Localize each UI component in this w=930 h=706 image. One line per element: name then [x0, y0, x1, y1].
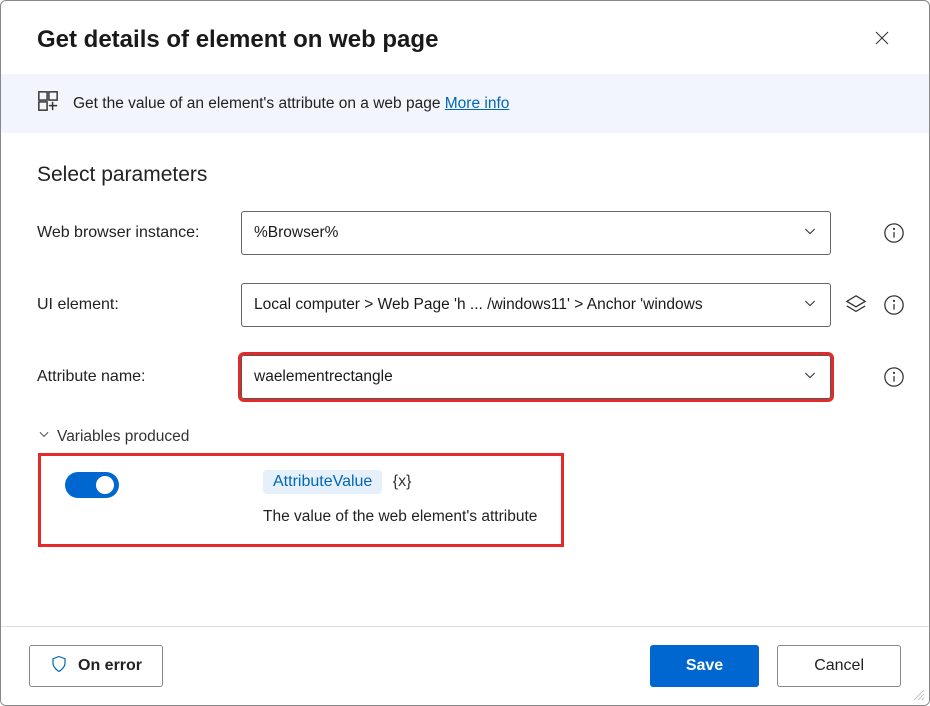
label-attribute-name: Attribute name: [37, 368, 227, 386]
info-button-web-browser[interactable] [883, 222, 905, 244]
variables-produced-box: AttributeValue {x} The value of the web … [41, 456, 561, 544]
layers-button[interactable] [845, 294, 867, 316]
info-button-attribute-name[interactable] [883, 366, 905, 388]
dropdown-attribute-name-value: waelementrectangle [254, 368, 802, 386]
more-info-link[interactable]: More info [445, 95, 510, 112]
chevron-down-icon [37, 427, 51, 446]
label-web-browser: Web browser instance: [37, 224, 227, 242]
field-attribute-name: Attribute name: waelementrectangle [37, 355, 893, 399]
layout-icon [37, 90, 59, 117]
dialog-title: Get details of element on web page [37, 26, 438, 54]
variable-description: The value of the web element's attribute [263, 508, 537, 526]
variable-toggle[interactable] [65, 472, 119, 498]
info-bar: Get the value of an element's attribute … [1, 74, 929, 133]
dropdown-web-browser-value: %Browser% [254, 224, 802, 242]
dropdown-ui-element-value: Local computer > Web Page 'h ... /window… [254, 296, 802, 314]
save-button[interactable]: Save [650, 645, 759, 687]
dropdown-attribute-name[interactable]: waelementrectangle [241, 355, 831, 399]
variable-chip[interactable]: AttributeValue [263, 470, 382, 494]
variables-produced-label: Variables produced [57, 428, 189, 446]
dialog-body: Select parameters Web browser instance: … [1, 133, 929, 626]
variable-brace: {x} [393, 473, 412, 490]
resize-grip-icon[interactable] [911, 687, 925, 701]
dropdown-web-browser[interactable]: %Browser% [241, 211, 831, 255]
dialog-header: Get details of element on web page [1, 1, 929, 74]
chevron-down-icon [802, 367, 818, 388]
info-text: Get the value of an element's attribute … [73, 95, 445, 112]
close-icon [873, 35, 891, 50]
label-ui-element: UI element: [37, 296, 227, 314]
chevron-down-icon [802, 223, 818, 244]
close-button[interactable] [867, 23, 897, 56]
dropdown-ui-element[interactable]: Local computer > Web Page 'h ... /window… [241, 283, 831, 327]
field-web-browser: Web browser instance: %Browser% [37, 211, 893, 255]
cancel-button[interactable]: Cancel [777, 645, 901, 687]
variables-produced-header[interactable]: Variables produced [37, 427, 893, 446]
dialog-footer: On error Save Cancel [1, 626, 929, 705]
chevron-down-icon [802, 295, 818, 316]
toggle-knob [96, 476, 114, 494]
section-title: Select parameters [37, 163, 893, 187]
dialog-get-details: Get details of element on web page Get t… [0, 0, 930, 706]
shield-icon [50, 655, 68, 678]
on-error-label: On error [78, 657, 142, 675]
variable-body: AttributeValue {x} The value of the web … [263, 470, 537, 526]
info-bar-text: Get the value of an element's attribute … [73, 95, 509, 113]
field-ui-element: UI element: Local computer > Web Page 'h… [37, 283, 893, 327]
info-button-ui-element[interactable] [883, 294, 905, 316]
on-error-button[interactable]: On error [29, 645, 163, 687]
